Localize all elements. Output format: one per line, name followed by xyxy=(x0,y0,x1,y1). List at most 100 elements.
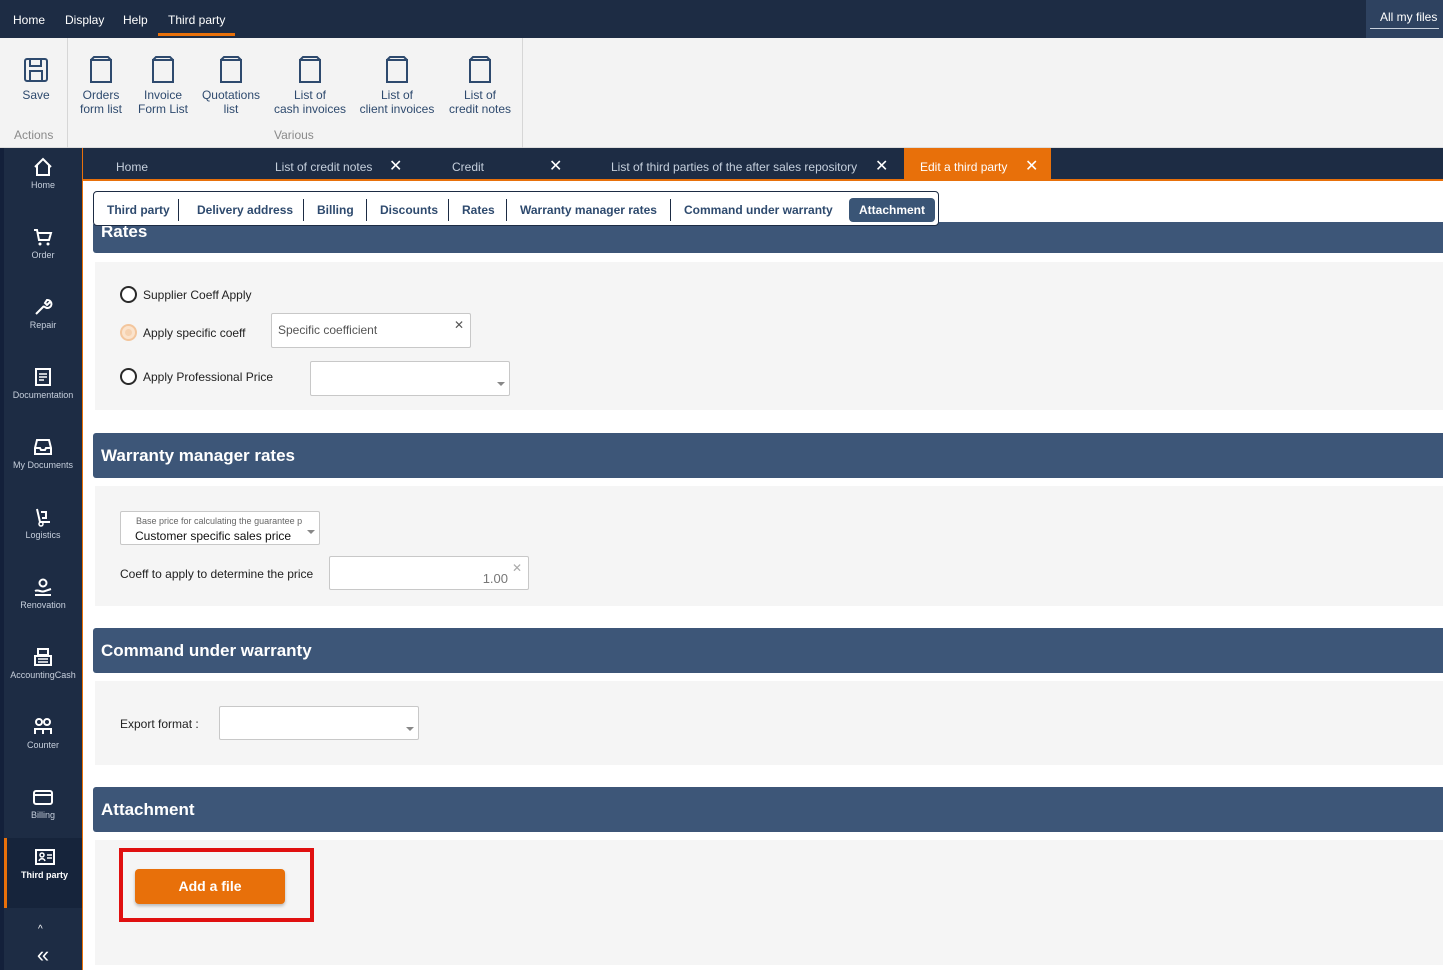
close-icon[interactable]: ✕ xyxy=(549,156,562,176)
save-icon xyxy=(24,58,48,82)
save-label: Save xyxy=(22,88,50,102)
base-price-select[interactable]: Base price for calculating the guarantee… xyxy=(120,511,320,545)
credit-notes-label-2: credit notes xyxy=(448,102,512,116)
section-tab-delivery-address[interactable]: Delivery address xyxy=(197,198,293,222)
highlight-box xyxy=(119,848,314,922)
command-title: Command under warranty xyxy=(101,641,312,660)
specific-coeff-radio[interactable] xyxy=(120,324,137,341)
nav-third-party-label: Third party xyxy=(20,870,68,880)
invoice-form-list-label-2: Form List xyxy=(137,102,188,116)
quotations-list-button[interactable]: Quotations list xyxy=(198,56,264,116)
list-of-cash-invoices-button[interactable]: List of cash invoices xyxy=(272,56,348,116)
orders-form-list-label-2: form list xyxy=(80,102,122,116)
doc-tab-edit-third-party[interactable]: Edit a third party ✕ xyxy=(904,148,1051,181)
menu-display[interactable]: Display xyxy=(65,13,104,27)
nav-third-party[interactable]: Third party xyxy=(4,838,82,908)
section-tab-attachment[interactable]: Attachment xyxy=(849,198,936,222)
menu-third-party[interactable]: Third party xyxy=(158,13,236,36)
quotations-list-label-1: Quotations xyxy=(201,88,261,102)
professional-price-label: Apply Professional Price xyxy=(143,370,274,384)
nav-order[interactable]: Order xyxy=(4,218,82,288)
cash-invoices-label-1: List of xyxy=(293,88,326,102)
list-document-icon xyxy=(469,56,491,83)
base-price-label: Base price for calculating the guarantee… xyxy=(136,516,303,526)
section-tab-third-party[interactable]: Third party xyxy=(107,198,170,222)
ribbon: Save Actions Orders form list Invoice Fo… xyxy=(0,38,1443,148)
nav-renovation[interactable]: Renovation xyxy=(4,568,82,638)
dropdown-caret-icon xyxy=(497,382,505,386)
nav-documentation-label: Documentation xyxy=(12,390,74,400)
close-icon[interactable]: ✕ xyxy=(389,156,402,176)
document-icon xyxy=(35,368,51,386)
professional-price-select[interactable] xyxy=(310,361,510,396)
ribbon-separator xyxy=(522,38,523,148)
supplier-coeff-label: Supplier Coeff Apply xyxy=(143,288,252,302)
coeff-value: 1.00 xyxy=(482,571,508,586)
clear-icon[interactable]: ✕ xyxy=(454,318,464,332)
nav-scroll-up-icon[interactable]: ^ xyxy=(38,924,43,935)
side-navigation: Home Order Repair Documentation My Docum… xyxy=(0,148,82,970)
invoice-form-list-button[interactable]: Invoice Form List xyxy=(137,56,189,116)
credit-notes-label-1: List of xyxy=(463,88,496,102)
hand-truck-icon xyxy=(36,508,50,527)
nav-logistics[interactable]: Logistics xyxy=(4,498,82,568)
coeff-input[interactable]: 1.00 ✕ xyxy=(329,556,529,590)
doc-tab-credit[interactable]: Credit ✕ xyxy=(418,148,573,181)
doc-tab-home[interactable]: Home xyxy=(83,148,258,181)
section-tab-command-under-warranty[interactable]: Command under warranty xyxy=(684,198,833,222)
nav-renovation-label: Renovation xyxy=(20,600,66,610)
clear-icon[interactable]: ✕ xyxy=(512,561,522,575)
tab-separator xyxy=(178,199,179,221)
doc-tab-third-parties-repository[interactable]: List of third parties of the after sales… xyxy=(573,148,903,181)
doc-tab-label: List of third parties of the after sales… xyxy=(611,160,858,174)
section-tab-billing[interactable]: Billing xyxy=(317,198,354,222)
attachment-section-header: Attachment xyxy=(93,787,1443,832)
cart-icon xyxy=(34,229,53,246)
supplier-coeff-radio[interactable] xyxy=(120,286,137,303)
collapse-nav-icon[interactable]: « xyxy=(4,942,82,968)
orders-form-list-button[interactable]: Orders form list xyxy=(78,56,124,116)
credit-card-icon xyxy=(33,790,53,805)
section-tab-discounts[interactable]: Discounts xyxy=(380,198,438,222)
list-of-client-invoices-button[interactable]: List of client invoices xyxy=(356,56,438,116)
menu-help[interactable]: Help xyxy=(123,13,148,27)
nav-accounting-cash-label: AccountingCash xyxy=(10,670,76,680)
nav-my-documents[interactable]: My Documents xyxy=(4,428,82,498)
section-tab-warranty-manager-rates[interactable]: Warranty manager rates xyxy=(520,198,657,222)
all-my-files-underline xyxy=(1370,28,1439,29)
nav-repair[interactable]: Repair xyxy=(4,288,82,358)
section-tab-rates[interactable]: Rates xyxy=(462,198,495,222)
renovation-icon xyxy=(34,578,52,596)
nav-counter[interactable]: Counter xyxy=(4,708,82,778)
nav-accounting-cash[interactable]: AccountingCash xyxy=(4,638,82,708)
specific-coefficient-input[interactable]: Specific coefficient ✕ xyxy=(271,313,471,348)
command-section-header: Command under warranty xyxy=(93,628,1443,673)
close-icon[interactable]: ✕ xyxy=(875,156,888,176)
rates-section-header: Rates xyxy=(93,222,1443,253)
nav-home[interactable]: Home xyxy=(4,148,82,218)
warranty-section-header: Warranty manager rates xyxy=(93,433,1443,478)
menu-home[interactable]: Home xyxy=(13,13,45,27)
close-icon[interactable]: ✕ xyxy=(1025,156,1038,176)
tab-separator xyxy=(303,199,304,221)
professional-price-radio[interactable] xyxy=(120,368,137,385)
all-my-files-button[interactable]: All my files xyxy=(1366,0,1443,38)
tab-separator xyxy=(448,199,449,221)
save-button[interactable]: Save xyxy=(22,56,50,102)
list-document-icon xyxy=(299,56,321,83)
specific-coeff-label: Apply specific coeff xyxy=(143,326,246,340)
doc-tab-list-of-credit-notes[interactable]: List of credit notes ✕ xyxy=(258,148,418,181)
export-format-select[interactable] xyxy=(219,706,419,740)
doc-tab-label: Edit a third party xyxy=(920,160,1008,174)
list-document-icon xyxy=(386,56,408,83)
nav-home-label: Home xyxy=(30,180,55,190)
all-my-files-label: All my files xyxy=(1380,10,1438,24)
list-document-icon xyxy=(90,56,112,83)
doc-tab-label: List of credit notes xyxy=(275,160,373,174)
people-icon xyxy=(34,718,52,734)
document-tabs: Home List of credit notes ✕ Credit ✕ Lis… xyxy=(83,148,1443,181)
nav-documentation[interactable]: Documentation xyxy=(4,358,82,428)
dropdown-caret-icon xyxy=(406,727,414,731)
nav-counter-label: Counter xyxy=(26,740,60,750)
list-of-credit-notes-button[interactable]: List of credit notes xyxy=(444,56,516,116)
